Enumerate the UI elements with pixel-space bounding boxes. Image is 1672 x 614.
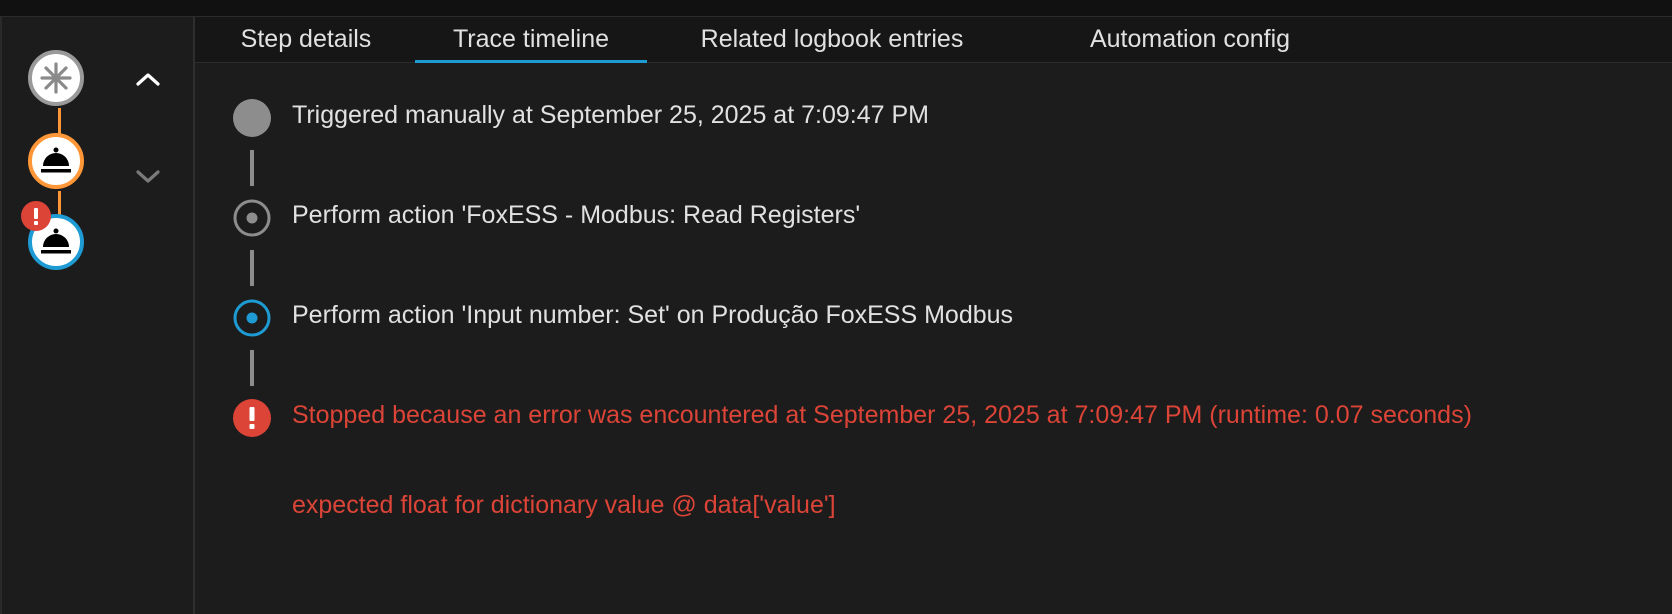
timeline-connector (250, 150, 254, 186)
tab-related-logbook-entries[interactable]: Related logbook entries (667, 17, 997, 62)
tab-bar: Step details Trace timeline Related logb… (195, 17, 1672, 63)
top-bar (0, 0, 1672, 17)
timeline-entry-action: Perform action 'Input number: Set' on Pr… (292, 301, 1014, 329)
tab-step-details[interactable]: Step details (217, 17, 395, 62)
timeline-connector (250, 350, 254, 386)
bell-service-icon (41, 228, 71, 254)
tab-trace-timeline[interactable]: Trace timeline (415, 17, 647, 63)
trace-main-panel: Step details Trace timeline Related logb… (195, 17, 1672, 614)
trace-graph-panel (0, 17, 195, 614)
graph-node-action[interactable] (28, 133, 84, 189)
timeline-entry-trigger: Triggered manually at September 25, 2025… (292, 101, 929, 129)
tab-automation-config[interactable]: Automation config (1015, 17, 1365, 62)
bell-service-icon (41, 147, 71, 173)
timeline-entry-error: Stopped because an error was encountered… (292, 401, 1472, 429)
previous-step-button[interactable] (130, 65, 166, 93)
graph-node-trigger[interactable] (28, 50, 84, 106)
timeline-entry-action: Perform action 'FoxESS - Modbus: Read Re… (292, 201, 861, 229)
trigger-dot-icon (233, 99, 271, 137)
step-node-active-icon (233, 299, 271, 337)
next-step-button[interactable] (130, 163, 166, 191)
error-circle-icon (233, 399, 271, 437)
timeline-connector (250, 250, 254, 286)
error-badge-icon (21, 201, 51, 231)
asterisk-icon (40, 62, 72, 94)
chevron-down-icon (136, 170, 160, 183)
error-message: expected float for dictionary value @ da… (292, 491, 836, 519)
step-node-icon (233, 199, 271, 237)
chevron-up-icon (136, 73, 160, 86)
